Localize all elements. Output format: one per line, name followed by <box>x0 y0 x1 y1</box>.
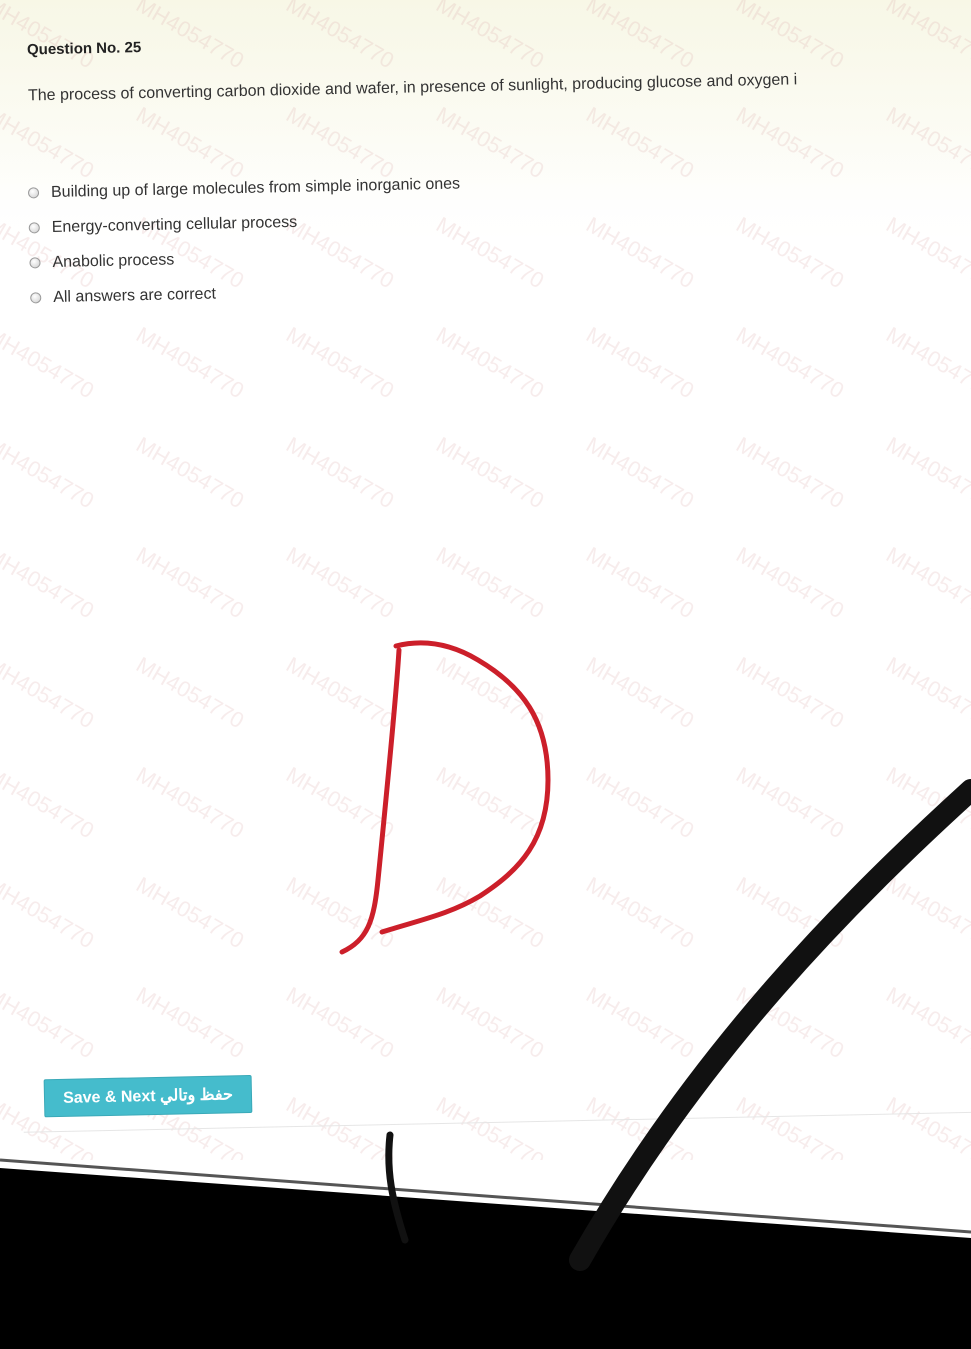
question-number: Question No. 25 <box>26 39 142 59</box>
monitor-bezel <box>0 1168 971 1349</box>
answer-options: Building up of large molecules from simp… <box>27 166 463 315</box>
radio-button-b[interactable] <box>28 222 40 234</box>
option-d-label: All answers are correct <box>53 285 217 306</box>
question-text: The process of converting carbon dioxide… <box>27 71 798 105</box>
exam-screen: MH4054770 MH4054770 MH4054770 MH4054770 MH40… <box>0 0 971 1349</box>
dark-cord <box>385 1131 409 1244</box>
option-b-label: Energy-converting cellular process <box>51 213 298 236</box>
radio-button-a[interactable] <box>27 187 40 199</box>
radio-button-d[interactable] <box>30 292 42 304</box>
save-next-button[interactable]: Save & Next حفظ وتالي <box>43 1074 253 1118</box>
bezel-edge <box>0 1158 971 1234</box>
option-c-label: Anabolic process <box>52 250 175 271</box>
option-a-label: Building up of large molecules from simp… <box>50 174 461 201</box>
radio-button-c[interactable] <box>29 257 41 269</box>
question-panel: Question No. 25 The process of convertin… <box>0 0 971 1140</box>
